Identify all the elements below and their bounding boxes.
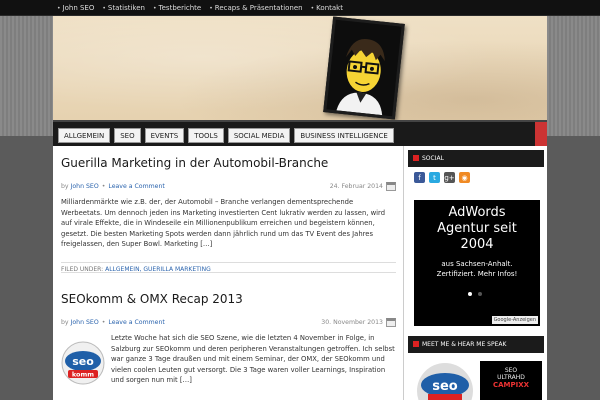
campixx-event-logo[interactable]: SEO ULTRAHD CAMPIXX (480, 361, 542, 400)
top-nav-items: • John SEO • Statistiken • Testberichte • Recap… (53, 0, 347, 16)
ad-line-3: 2004 (460, 237, 494, 252)
logo-seo-text: seo (72, 355, 94, 368)
social-widget-header: SOCIAL (408, 150, 544, 167)
ad-pager-dot[interactable] (478, 292, 482, 296)
widget-marker-icon (413, 341, 419, 347)
calendar-icon (386, 182, 396, 191)
seokomm-logo[interactable]: seo komm (61, 341, 105, 385)
bullet-icon: • (102, 4, 106, 12)
header-side-right (547, 16, 600, 136)
category-menu: ALLGEMEIN SEO EVENTS TOOLS SOCIAL MEDIA BUSIN… (53, 120, 547, 148)
post-body: seo komm Letzte Woche hat sich die SEO S… (61, 333, 396, 386)
ad-line-2: Agentur seit (437, 221, 517, 236)
social-icons: f t g+ ◉ (414, 172, 470, 183)
author-link[interactable]: John SEO (71, 319, 99, 326)
ad-line-5: Zertifiziert. Mehr Infos! (436, 270, 518, 278)
meet-widget-title: MEET ME & HEAR ME SPEAK (422, 341, 507, 348)
category-item[interactable]: BUSINESS INTELLIGENCE (294, 128, 394, 143)
ad-badge: Google-Anzeigen (491, 316, 538, 324)
leave-comment-link[interactable]: Leave a Comment (108, 319, 164, 326)
meet-widget-header: MEET ME & HEAR ME SPEAK (408, 336, 544, 353)
logo-komm-text: komm (72, 371, 94, 379)
top-nav-item[interactable]: • Recaps & Präsentationen (205, 0, 306, 16)
category-items: ALLGEMEIN SEO EVENTS TOOLS SOCIAL MEDIA BUSIN… (58, 128, 394, 143)
post-2: SEOkomm & OMX Recap 2013 by John SEO • L… (61, 292, 396, 386)
post-divider (61, 272, 396, 273)
filed-under: FILED UNDER: ALLGEMEIN, GUERILLA MARKETI… (61, 261, 396, 273)
seokomm-event-logo[interactable]: seo (414, 361, 476, 400)
meta-separator: • (101, 319, 106, 326)
top-nav-label: Kontakt (316, 4, 343, 12)
post-meta: by John SEO • Leave a Comment 24. Februa… (61, 182, 396, 191)
top-nav-item[interactable]: • Kontakt (307, 0, 347, 16)
site-header (53, 16, 547, 120)
post-date: 24. Februar 2014 (329, 183, 383, 190)
social-widget-title: SOCIAL (422, 155, 444, 162)
main-content: Guerilla Marketing in der Automobil-Bran… (53, 146, 403, 400)
category-item[interactable]: SOCIAL MEDIA (227, 128, 291, 143)
meta-by: by (61, 183, 69, 190)
bullet-icon: • (57, 4, 61, 12)
header-avatar-photo (323, 16, 405, 120)
menu-accent (535, 122, 547, 148)
facebook-icon[interactable]: f (414, 172, 425, 183)
post-1: Guerilla Marketing in der Automobil-Bran… (61, 156, 396, 273)
meta-separator: • (101, 183, 106, 190)
category-item[interactable]: EVENTS (144, 128, 185, 143)
author-link[interactable]: John SEO (71, 183, 99, 190)
ad-pager-dot-active[interactable] (468, 292, 472, 296)
rss-icon[interactable]: ◉ (459, 172, 470, 183)
top-nav-label: Testberichte (158, 4, 202, 12)
post-excerpt: Letzte Woche hat sich die SEO Szene, wie… (111, 334, 395, 384)
twitter-icon[interactable]: t (429, 172, 440, 183)
adwords-ad[interactable]: AdWords Agentur seit 2004 aus Sachsen-An… (414, 200, 540, 326)
meet-logo-seo-text: seo (432, 379, 458, 394)
calendar-icon (386, 318, 396, 327)
campixx-line-2: ULTRAHD (497, 374, 525, 381)
top-nav-item[interactable]: • John SEO (53, 0, 98, 16)
post-excerpt: Milliardenmärkte wie z.B. der, der Autom… (61, 198, 386, 248)
top-navigation: • John SEO • Statistiken • Testberichte • Recap… (0, 0, 600, 16)
campixx-line-3: CAMPIXX (492, 381, 530, 389)
widget-marker-icon (413, 155, 419, 161)
top-nav-label: John SEO (62, 4, 95, 12)
ad-line-1: AdWords (448, 205, 506, 220)
header-side-left (0, 16, 53, 136)
post-title[interactable]: Guerilla Marketing in der Automobil-Bran… (61, 156, 396, 170)
top-nav-item[interactable]: • Statistiken (98, 0, 149, 16)
leave-comment-link[interactable]: Leave a Comment (108, 183, 164, 190)
bullet-icon: • (209, 4, 213, 12)
ad-line-4: aus Sachsen-Anhalt. (441, 260, 513, 268)
top-nav-label: Statistiken (107, 4, 145, 12)
top-nav-item[interactable]: • Testberichte (149, 0, 205, 16)
post-date: 30. November 2013 (321, 319, 383, 326)
sidebar: SOCIAL f t g+ ◉ AdWords Agentur seit 2004 a… (403, 146, 547, 400)
post-meta: by John SEO • Leave a Comment 30. Novemb… (61, 318, 396, 327)
googleplus-icon[interactable]: g+ (444, 172, 455, 183)
bullet-icon: • (152, 4, 157, 12)
category-item[interactable]: TOOLS (188, 128, 224, 143)
meta-by: by (61, 319, 69, 326)
post-title[interactable]: SEOkomm & OMX Recap 2013 (61, 292, 396, 306)
category-item[interactable]: SEO (114, 128, 141, 143)
cartoon-avatar-icon (326, 19, 402, 117)
bullet-icon: • (310, 4, 315, 12)
campixx-line-1: SEO (504, 367, 518, 374)
top-nav-label: Recaps & Präsentationen (214, 4, 303, 12)
category-item[interactable]: ALLGEMEIN (58, 128, 111, 143)
ad-pager (468, 292, 482, 296)
